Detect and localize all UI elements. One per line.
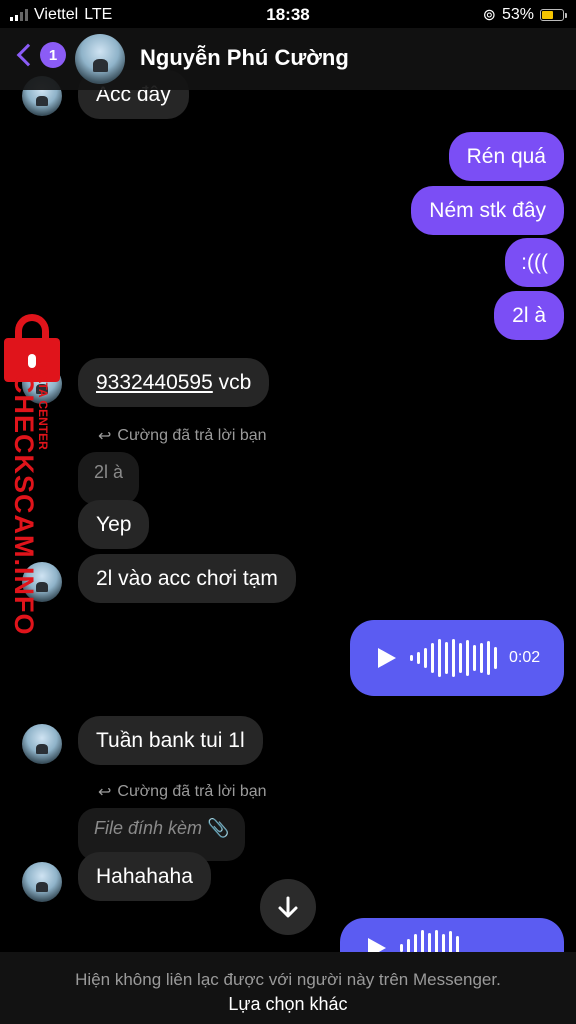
unavailable-notice: Hiện không liên lạc được với người này t…: [75, 970, 501, 989]
status-bar: Viettel LTE 18:38 ⊚ 53%: [0, 0, 576, 30]
header-avatar[interactable]: [75, 34, 125, 84]
quoted-message[interactable]: 2l à: [78, 452, 140, 505]
reply-indicator-text: Cường đã trả lời bạn: [117, 783, 267, 800]
chevron-left-icon: [16, 43, 40, 67]
battery-icon: [540, 9, 567, 21]
voice-duration: 0:02: [509, 649, 541, 666]
outgoing-message[interactable]: Rén quá: [448, 132, 564, 182]
outgoing-message[interactable]: 2l à: [494, 291, 564, 341]
reply-arrow-icon: ↩: [98, 428, 112, 445]
reply-indicator: ↩ Cường đã trả lời bạn: [98, 426, 267, 446]
reply-arrow-icon: ↩: [98, 784, 112, 801]
unavailable-footer: Hiện không liên lạc được với người này t…: [0, 952, 576, 1024]
waveform-icon: [410, 638, 497, 678]
arrow-down-icon: [278, 896, 298, 918]
watermark-text: CHECKSCAM.INFO: [9, 374, 39, 636]
incoming-message[interactable]: 9332440595 vcb: [78, 358, 270, 408]
orientation-lock-icon: ⊚: [482, 7, 496, 24]
incoming-message[interactable]: 2l vào acc chơi tạm: [78, 554, 296, 604]
back-button[interactable]: 1: [16, 42, 66, 68]
account-number-link[interactable]: 9332440595: [96, 371, 213, 394]
contact-name[interactable]: Nguyễn Phú Cường: [140, 45, 349, 71]
contact-avatar[interactable]: [22, 862, 62, 902]
outgoing-message[interactable]: Ném stk đây: [411, 186, 564, 236]
bank-name: vcb: [212, 371, 252, 394]
reply-indicator: ↩ Cường đã trả lời bạn: [98, 782, 267, 802]
watermark: CHECKSCAM.INFO DATA CENTER: [0, 308, 72, 636]
incoming-message[interactable]: Tuần bank tui 1l: [78, 716, 263, 766]
incoming-message[interactable]: Hahahaha: [78, 852, 211, 902]
unread-badge: 1: [40, 42, 66, 68]
paperclip-icon: 📎: [207, 818, 230, 838]
reply-indicator-text: Cường đã trả lời bạn: [117, 427, 267, 444]
contact-avatar[interactable]: [22, 724, 62, 764]
other-options-link[interactable]: Lựa chọn khác: [0, 994, 576, 1015]
voice-message[interactable]: 0:02: [350, 620, 564, 696]
incoming-message[interactable]: Yep: [78, 500, 150, 550]
watermark-subtext: DATA CENTER: [36, 366, 50, 450]
scroll-to-bottom-button[interactable]: [260, 879, 316, 935]
play-icon[interactable]: [378, 648, 396, 668]
quoted-attachment-label: File đính kèm: [94, 818, 203, 838]
battery-percent: 53%: [501, 6, 534, 23]
outgoing-message[interactable]: :(((: [505, 238, 564, 288]
chat-header: 1 Nguyễn Phú Cường: [0, 28, 576, 90]
